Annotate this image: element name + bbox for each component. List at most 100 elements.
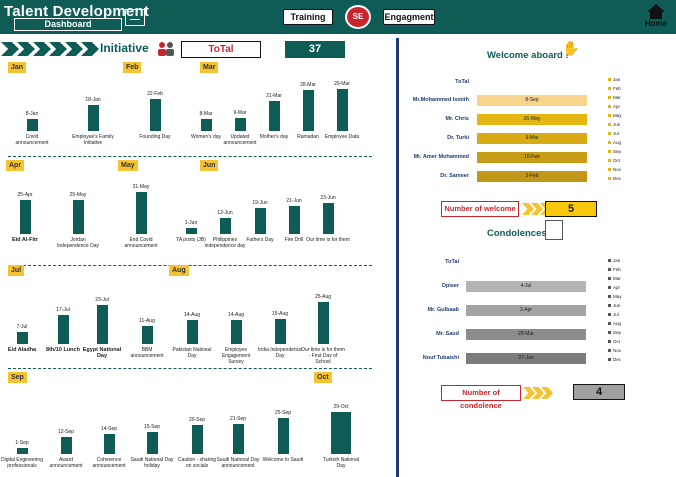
initiative-bar[interactable] [302, 90, 314, 131]
person-name-label: Opiser [441, 283, 459, 289]
legend-item: Jun [608, 303, 622, 312]
bar-date-label: 14-Aug [183, 312, 201, 318]
bar-date-label: 8-Mar [199, 111, 213, 117]
person-bar[interactable]: 10-Feb [477, 152, 587, 163]
initiative-bar[interactable] [16, 448, 28, 454]
person-name-label: Dr. Sameer [440, 173, 469, 179]
initiative-bar[interactable] [219, 218, 231, 234]
person-name-label: Mr. Saud [436, 331, 459, 337]
legend-item: Jan [608, 258, 622, 267]
legend-item: Dec [608, 357, 622, 366]
bar-category-label: Digital Engineering professionals [1, 457, 43, 469]
initiative-bar[interactable] [277, 418, 289, 454]
person-bar[interactable]: 3-Apr [466, 305, 586, 316]
bar-date-label: 21-Mar [266, 93, 282, 99]
initiative-bar[interactable] [146, 432, 158, 454]
initiative-bar[interactable] [16, 332, 28, 344]
bar-category-label: Employee's Family Initiative [72, 134, 114, 146]
person-bar[interactable]: 27-Jan [466, 353, 586, 364]
initiative-bar[interactable] [331, 412, 351, 454]
initiative-bar[interactable] [103, 434, 115, 454]
initiative-bar[interactable] [200, 119, 212, 131]
initiative-bar[interactable] [149, 99, 161, 131]
month-tag-jan: Jan [8, 62, 27, 73]
condolence-count-label: Number of condolence [441, 385, 521, 410]
bar-category-label: Covid announcement [15, 134, 49, 146]
legend-item: Jul [608, 312, 622, 321]
person-bar[interactable]: 9-Mar [477, 133, 587, 144]
bar-date-label: 25-Aug [314, 294, 332, 300]
initiative-bar[interactable] [96, 305, 108, 344]
legend-item: Feb [608, 86, 622, 95]
bar-date-label: 29-Mar [334, 81, 350, 87]
person-bar[interactable]: 3-Feb [477, 171, 587, 182]
training-nav-button[interactable]: Training [283, 9, 333, 25]
bar-date-label: 8-Jan [25, 111, 39, 117]
person-bar[interactable]: 8-Sep [477, 95, 587, 106]
month-legend: Jan Feb Mar Apr May Jun Jul Aug Sep Oct Nov Dec [608, 258, 622, 366]
initiative-bar[interactable] [336, 89, 348, 131]
bar-date-label: 1-Jun [184, 220, 198, 226]
initiative-bar[interactable] [230, 320, 242, 344]
condolence-arrow-icon [523, 387, 559, 399]
initiative-bar[interactable] [135, 192, 147, 234]
initiative-bar[interactable] [268, 101, 280, 131]
axis-total-label: ToTal [455, 79, 469, 85]
initiative-bar[interactable] [322, 203, 334, 234]
legend-item: Nov [608, 167, 622, 176]
header-bar: Talent Development Dashboard Training SE… [0, 0, 676, 34]
bar-category-label: Eid Aladha [7, 347, 37, 353]
bar-category-label: BBM announcement [130, 347, 164, 359]
home-button[interactable]: Home [642, 4, 670, 30]
legend-item: Sep [608, 149, 622, 158]
month-tag-may: May [118, 160, 138, 171]
home-label: Home [644, 19, 668, 28]
initiative-bar[interactable] [141, 326, 153, 344]
bar-category-label: End Covid announcement [124, 237, 158, 249]
person-bar[interactable]: 26-May [477, 114, 587, 125]
bar-date-label: 29-Oct [333, 404, 349, 410]
initiative-bar[interactable] [87, 105, 99, 131]
person-bar[interactable]: 4-Jul [466, 281, 586, 292]
initiative-bar[interactable] [274, 319, 286, 344]
month-tag-jul: Jul [8, 265, 25, 276]
bar-date-label: 12-Jun [217, 210, 233, 216]
initiative-bar[interactable] [186, 320, 198, 344]
initiative-bar[interactable] [288, 206, 300, 234]
initiative-bar[interactable] [254, 208, 266, 234]
initiative-bar[interactable] [317, 302, 329, 344]
bar-date-label: 23-Jul [95, 297, 109, 303]
bar-date-label: 17-Jul [56, 307, 70, 313]
month-tag-oct: Oct [314, 372, 332, 383]
bar-category-label: Coherence announcement [92, 457, 126, 469]
initiative-bar[interactable] [26, 119, 38, 131]
bar-category-label: Turkish National Day [323, 457, 359, 469]
initiative-bar[interactable] [232, 424, 244, 454]
home-icon [647, 4, 665, 12]
initiative-bar[interactable] [57, 315, 69, 344]
condolence-count-value: 4 [573, 384, 625, 400]
welcome-count-label: Number of welcome [441, 201, 519, 217]
bar-date-label: 21-Jun [286, 198, 302, 204]
legend-item: Aug [608, 321, 622, 330]
initiative-bar[interactable] [60, 437, 72, 454]
bar-date-label: 11-Aug [139, 318, 155, 324]
engagement-nav-button[interactable]: Engagment [383, 9, 435, 25]
initiative-title: Initiative [100, 41, 149, 55]
initiative-bar[interactable] [185, 228, 197, 234]
legend-item: Dec [608, 176, 622, 185]
initiative-bar[interactable] [191, 425, 203, 454]
initiative-bar[interactable] [72, 200, 84, 234]
person-name-label: Mr. Gulbaab [427, 307, 459, 313]
initiative-bar[interactable] [19, 200, 31, 234]
legend-item: Feb [608, 267, 622, 276]
bar-category-label: Jordan Independence Day [57, 237, 99, 249]
person-bar[interactable]: 28-Mar [466, 329, 586, 340]
waving-hand-icon: ✋ [562, 40, 580, 56]
bar-date-label: 9-Mar [233, 110, 247, 116]
initiative-bar[interactable] [234, 118, 246, 131]
legend-item: Apr [608, 285, 622, 294]
bar-date-label: 23-Jun [320, 195, 336, 201]
legend-item: Mar [608, 95, 622, 104]
bar-category-label: India Independence Day [258, 347, 302, 359]
